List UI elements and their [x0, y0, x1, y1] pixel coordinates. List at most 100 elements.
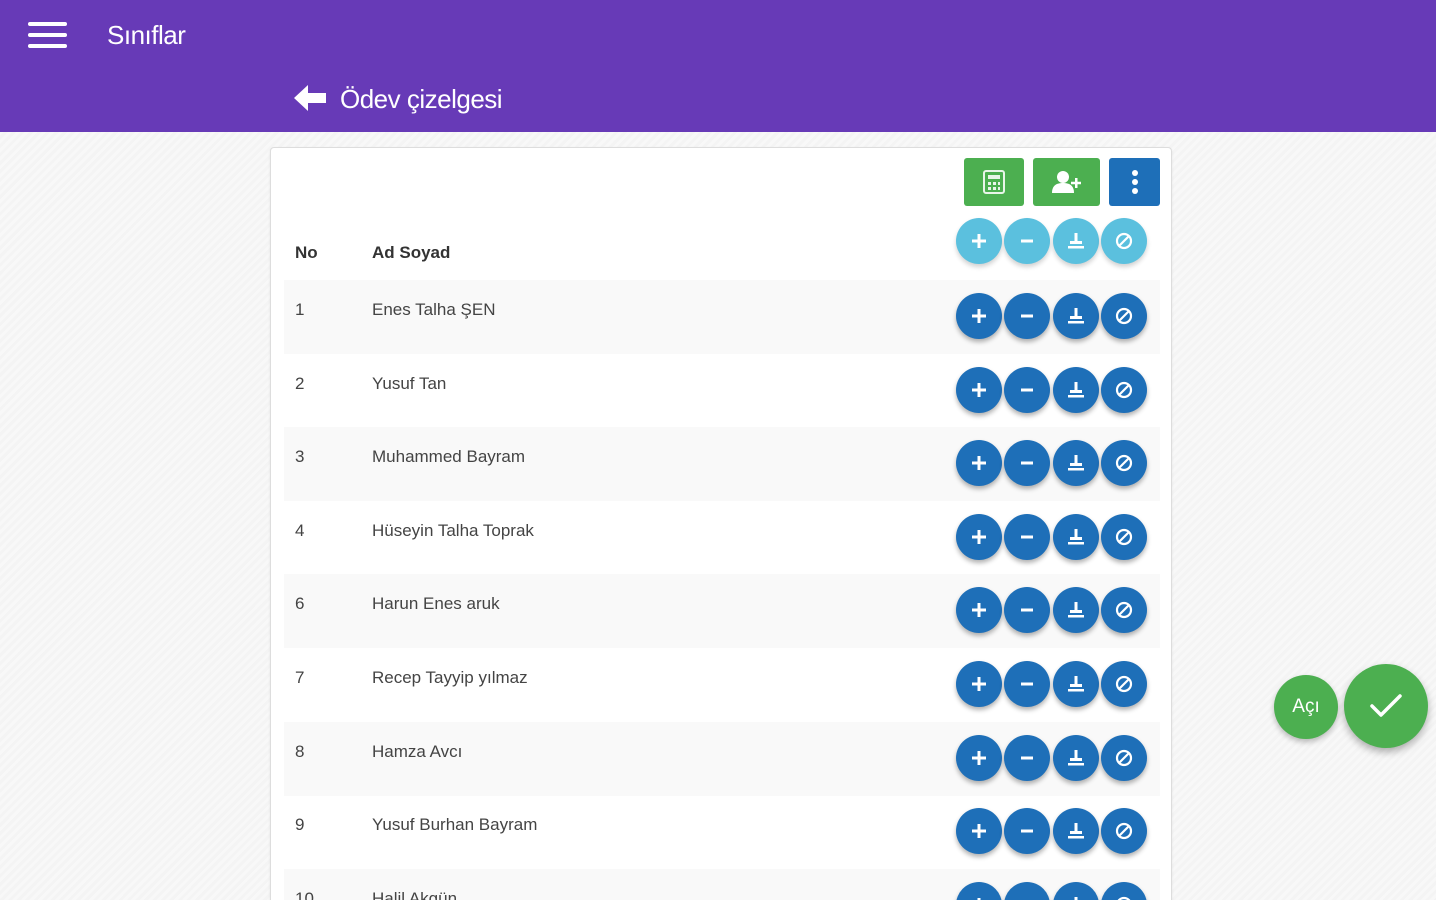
- stamp-icon: [1068, 602, 1084, 618]
- minus-icon: [1021, 829, 1033, 833]
- table-row: 7 Recep Tayyip yılmaz: [284, 648, 1160, 722]
- table-row: 8 Hamza Avcı: [284, 721, 1160, 796]
- ban-icon: [1115, 675, 1133, 693]
- student-no: 9: [295, 815, 305, 835]
- student-name: Recep Tayyip yılmaz: [372, 668, 528, 687]
- stamp-icon: [1068, 455, 1084, 471]
- plus-button[interactable]: [956, 513, 1002, 560]
- minus-icon: [1021, 314, 1033, 318]
- app-title: Sınıflar: [107, 20, 186, 50]
- ban-button[interactable]: [1101, 513, 1147, 560]
- minus-icon: [1021, 756, 1033, 760]
- ban-button[interactable]: [1101, 440, 1147, 487]
- student-name: Harun Enes aruk: [372, 594, 500, 614]
- ban-button[interactable]: [1101, 808, 1147, 855]
- minus-icon: [1021, 608, 1033, 612]
- plus-button[interactable]: [956, 734, 1002, 781]
- stamp-icon: [1068, 308, 1084, 324]
- ban-icon: [1115, 528, 1133, 545]
- row-actions: [956, 366, 1152, 415]
- bulk-plus-button[interactable]: [956, 218, 1002, 264]
- student-no: 4: [295, 520, 305, 540]
- table-row: 6 Harun Enes aruk: [284, 574, 1160, 649]
- ban-button[interactable]: [1101, 293, 1147, 339]
- bulk-ban-button[interactable]: [1101, 218, 1147, 264]
- minus-button[interactable]: [1004, 440, 1050, 487]
- ban-button[interactable]: [1101, 366, 1147, 413]
- stamp-icon: [1068, 749, 1084, 766]
- add-student-button[interactable]: [1033, 158, 1100, 206]
- minus-icon: [1021, 388, 1033, 392]
- ban-icon: [1115, 823, 1133, 840]
- stamp-button[interactable]: [1053, 513, 1099, 560]
- stamp-button[interactable]: [1053, 881, 1099, 900]
- plus-button[interactable]: [956, 808, 1002, 855]
- bulk-stamp-button[interactable]: [1053, 218, 1099, 264]
- minus-button[interactable]: [1004, 734, 1050, 781]
- plus-icon: [972, 603, 986, 618]
- top-app-bar: Sınıflar Ödev çizelgesi: [0, 0, 1436, 132]
- plus-button[interactable]: [956, 366, 1002, 413]
- student-no: 8: [295, 741, 305, 761]
- homework-table-card: No Ad Soyad 1 Enes Talha ŞEN 2 Yusuf Tan 3 Mu…: [270, 147, 1172, 900]
- plus-button[interactable]: [956, 440, 1002, 487]
- ban-button[interactable]: [1101, 881, 1147, 900]
- stamp-button[interactable]: [1053, 587, 1099, 634]
- aci-button[interactable]: Açı: [1274, 675, 1338, 739]
- stamp-button[interactable]: [1053, 440, 1099, 487]
- more-options-button[interactable]: [1109, 158, 1160, 206]
- student-no: 7: [295, 668, 305, 687]
- plus-icon: [972, 529, 986, 544]
- plus-icon: [972, 456, 986, 471]
- bulk-actions: [956, 218, 1152, 266]
- page-title: Ödev çizelgesi: [340, 84, 503, 114]
- row-actions: [956, 808, 1152, 856]
- minus-button[interactable]: [1004, 587, 1050, 634]
- table-row: 1 Enes Talha ŞEN: [284, 280, 1160, 354]
- stamp-button[interactable]: [1053, 661, 1099, 707]
- student-name: Muhammed Bayram: [372, 447, 526, 467]
- plus-icon: [972, 309, 986, 323]
- stamp-button[interactable]: [1053, 366, 1099, 413]
- minus-button[interactable]: [1004, 661, 1050, 707]
- plus-button[interactable]: [956, 881, 1002, 900]
- student-name: Yusuf Tan: [372, 373, 447, 393]
- stamp-button[interactable]: [1053, 293, 1099, 339]
- ban-button[interactable]: [1101, 661, 1147, 707]
- plus-button[interactable]: [956, 587, 1002, 634]
- minus-button[interactable]: [1004, 881, 1050, 900]
- table-row: 4 Hüseyin Talha Toprak: [284, 501, 1160, 575]
- row-actions: [956, 440, 1152, 488]
- student-name: Halil Akgün: [372, 888, 458, 900]
- calculator-button[interactable]: [964, 158, 1024, 206]
- student-no: 10: [295, 888, 314, 900]
- student-no: 6: [295, 594, 305, 614]
- stamp-button[interactable]: [1053, 808, 1099, 855]
- bulk-minus-button[interactable]: [1004, 218, 1050, 264]
- minus-button[interactable]: [1004, 808, 1050, 855]
- confirm-button[interactable]: [1344, 664, 1428, 748]
- stamp-icon: [1068, 233, 1084, 249]
- table-row: 10 Halil Akgün: [284, 868, 1160, 900]
- ban-button[interactable]: [1101, 587, 1147, 634]
- ban-button[interactable]: [1101, 734, 1147, 781]
- minus-button[interactable]: [1004, 366, 1050, 413]
- hamburger-menu-icon[interactable]: [28, 20, 68, 50]
- stamp-icon: [1068, 676, 1084, 692]
- ban-icon: [1117, 896, 1131, 900]
- plus-button[interactable]: [956, 661, 1002, 707]
- calculator-icon: [983, 170, 1005, 194]
- ban-icon: [1115, 307, 1133, 325]
- ban-icon: [1115, 455, 1133, 472]
- student-no: 2: [295, 373, 305, 393]
- minus-icon: [1021, 682, 1033, 686]
- back-arrow-icon[interactable]: [292, 82, 328, 114]
- table-row: 3 Muhammed Bayram: [284, 427, 1160, 502]
- plus-button[interactable]: [956, 293, 1002, 339]
- ban-icon: [1115, 232, 1133, 250]
- table-row: 9 Yusuf Burhan Bayram: [284, 795, 1160, 869]
- minus-button[interactable]: [1004, 513, 1050, 560]
- minus-button[interactable]: [1004, 293, 1050, 339]
- stamp-button[interactable]: [1053, 734, 1099, 781]
- stamp-icon: [1074, 896, 1078, 900]
